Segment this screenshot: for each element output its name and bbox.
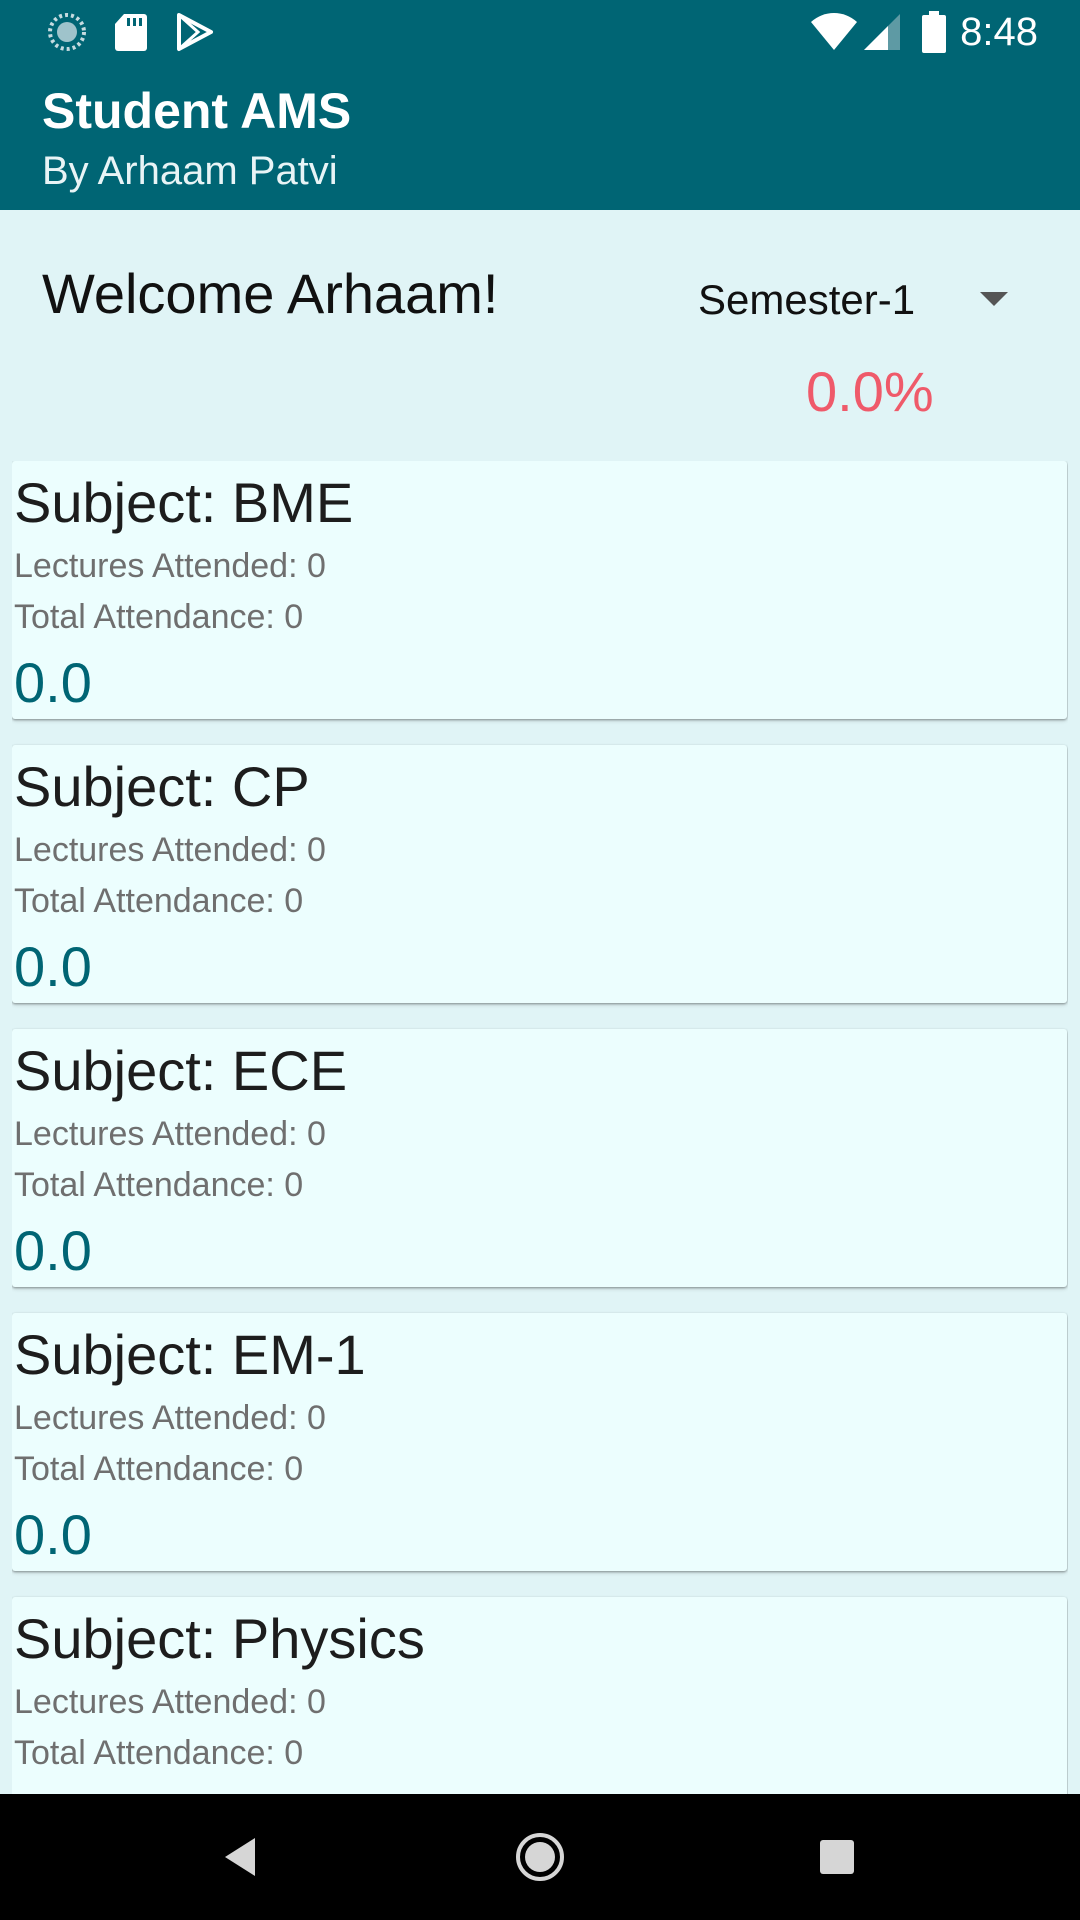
dropdown-arrow-icon — [980, 292, 1008, 306]
status-bar: 8:48 — [0, 0, 1080, 63]
lectures-attended: Lectures Attended: 0 — [14, 831, 326, 869]
subject-card[interactable]: Subject: CP Lectures Attended: 0 Total A… — [12, 745, 1067, 1003]
sync-icon — [47, 12, 87, 52]
subject-title: Subject: EM-1 — [14, 1323, 366, 1386]
subject-title: Subject: BME — [14, 471, 354, 534]
subject-title: Subject: CP — [14, 755, 310, 818]
subject-percentage: 0.0 — [14, 1219, 92, 1282]
subject-card[interactable]: Subject: ECE Lectures Attended: 0 Total … — [12, 1029, 1067, 1287]
total-attendance: Total Attendance: 0 — [14, 1734, 304, 1772]
subject-percentage: 0.0 — [14, 1503, 92, 1566]
subject-list[interactable]: Subject: BME Lectures Attended: 0 Total … — [12, 461, 1068, 1794]
cell-signal-icon — [864, 12, 902, 52]
total-attendance: Total Attendance: 0 — [14, 1450, 304, 1488]
subject-card[interactable]: Subject: EM-1 Lectures Attended: 0 Total… — [12, 1313, 1067, 1571]
battery-icon — [922, 11, 946, 53]
subject-title: Subject: ECE — [14, 1039, 348, 1102]
play-store-icon — [176, 12, 214, 52]
welcome-text: Welcome Arhaam! — [42, 262, 499, 325]
wifi-icon — [810, 12, 858, 52]
semester-dropdown[interactable]: Semester-1 — [698, 270, 1028, 330]
subject-percentage: 0.0 — [14, 651, 92, 714]
lectures-attended: Lectures Attended: 0 — [14, 1683, 326, 1721]
subject-percentage: 0.0 — [14, 935, 92, 998]
total-attendance: Total Attendance: 0 — [14, 882, 304, 920]
back-icon[interactable] — [207, 1824, 273, 1890]
app-bar: Student AMS By Arhaam Patvi — [0, 63, 1080, 210]
lectures-attended: Lectures Attended: 0 — [14, 1399, 326, 1437]
overall-percentage: 0.0% — [806, 360, 934, 423]
navigation-bar — [0, 1794, 1080, 1920]
lectures-attended: Lectures Attended: 0 — [14, 1115, 326, 1153]
semester-selected-value: Semester-1 — [698, 276, 916, 323]
home-icon[interactable] — [507, 1824, 573, 1890]
sd-card-icon — [114, 12, 148, 52]
subject-card[interactable]: Subject: Physics Lectures Attended: 0 To… — [12, 1597, 1067, 1794]
lectures-attended: Lectures Attended: 0 — [14, 547, 326, 585]
total-attendance: Total Attendance: 0 — [14, 1166, 304, 1204]
app-subtitle: By Arhaam Patvi — [42, 149, 338, 193]
status-time: 8:48 — [960, 10, 1038, 54]
app-title: Student AMS — [42, 83, 352, 139]
recents-icon[interactable] — [804, 1824, 870, 1890]
subject-title: Subject: Physics — [14, 1607, 425, 1670]
subject-card[interactable]: Subject: BME Lectures Attended: 0 Total … — [12, 461, 1067, 719]
total-attendance: Total Attendance: 0 — [14, 598, 304, 636]
